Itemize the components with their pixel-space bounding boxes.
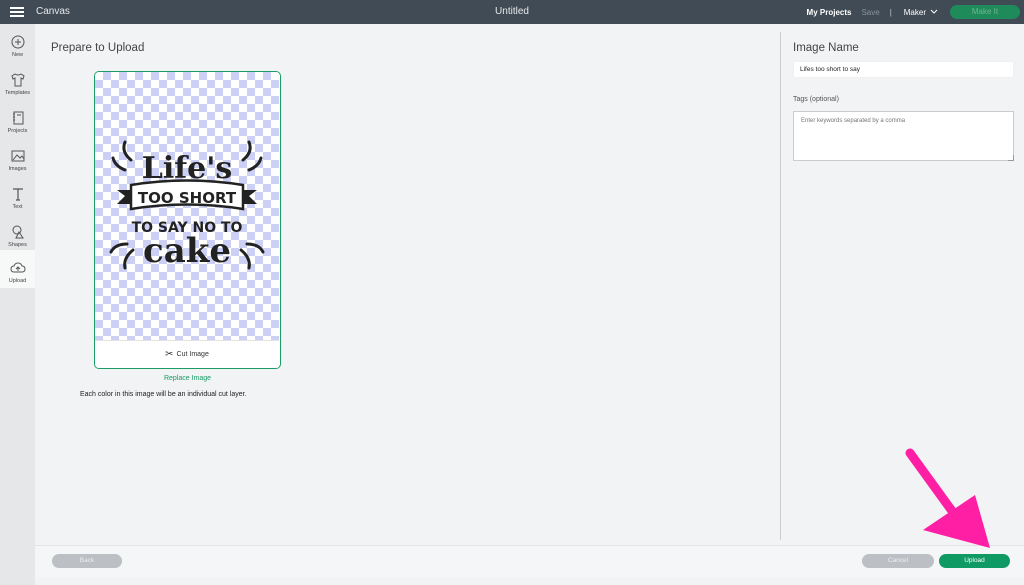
image-name-input[interactable]	[793, 61, 1014, 78]
cut-layer-info: Each color in this image will be an indi…	[80, 391, 247, 398]
save-button[interactable]: Save	[861, 8, 879, 17]
preview-text-line4: cake	[143, 231, 231, 271]
cut-image-label: Cut Image	[176, 351, 209, 358]
text-icon	[12, 188, 23, 201]
sidebar-item-projects[interactable]: Projects	[0, 106, 35, 144]
transparency-checkerboard: Life's TOO SHORT TO SAY NO TO cake	[95, 72, 279, 340]
sidebar-item-label: Templates	[4, 90, 31, 96]
image-name-label: Image Name	[793, 42, 859, 54]
preview-text-line2: TOO SHORT	[138, 189, 237, 207]
app-name: Canvas	[36, 6, 70, 17]
my-projects-link[interactable]: My Projects	[807, 8, 852, 17]
hamburger-menu-icon[interactable]	[10, 7, 24, 17]
image-preview-card: Life's TOO SHORT TO SAY NO TO cake ✂ Cut…	[94, 71, 281, 369]
document-title[interactable]: Untitled	[495, 6, 529, 17]
sidebar-item-new[interactable]: New	[0, 30, 35, 68]
separator: |	[889, 7, 892, 17]
sidebar-item-label: Shapes	[8, 242, 27, 248]
chevron-down-icon[interactable]	[930, 8, 938, 17]
cancel-button[interactable]: Cancel	[862, 554, 934, 568]
resize-handle-icon[interactable]	[1008, 155, 1014, 161]
sidebar-item-images[interactable]: Images	[0, 144, 35, 182]
sidebar-item-label: New	[11, 52, 23, 58]
sidebar-item-label: Projects	[7, 128, 28, 134]
top-right-controls: My Projects Save | Maker Make It	[807, 0, 1024, 24]
notebook-icon	[12, 111, 23, 125]
sidebar-item-upload[interactable]: Upload	[0, 250, 35, 288]
page-title: Prepare to Upload	[51, 42, 145, 54]
tags-label: Tags (optional)	[793, 96, 839, 103]
panel-divider	[780, 32, 781, 540]
make-it-button[interactable]: Make It	[950, 5, 1020, 19]
plus-circle-icon	[11, 35, 24, 49]
back-button[interactable]: Back	[52, 554, 122, 568]
image-icon	[11, 150, 24, 162]
tags-input[interactable]	[793, 111, 1014, 161]
uploaded-image-preview: Life's TOO SHORT TO SAY NO TO cake	[109, 140, 265, 271]
cloud-upload-icon	[9, 262, 26, 273]
sidebar-item-label: Images	[8, 166, 27, 172]
sidebar-item-label: Text	[12, 204, 23, 210]
machine-selector[interactable]: Maker	[904, 8, 926, 17]
sidebar-item-label: Upload	[8, 278, 27, 284]
tshirt-icon	[10, 73, 25, 87]
scissors-icon: ✂	[165, 349, 174, 360]
shapes-icon	[12, 225, 24, 239]
cut-image-option[interactable]: ✂ Cut Image	[95, 340, 279, 368]
left-toolbar: New Templates Projects Images Text Shape…	[0, 24, 35, 585]
sidebar-item-text[interactable]: Text	[0, 182, 35, 220]
replace-image-link[interactable]: Replace Image	[94, 375, 281, 382]
upload-button[interactable]: Upload	[939, 554, 1010, 568]
top-bar: Canvas Untitled My Projects Save | Maker…	[0, 0, 1024, 24]
sidebar-item-templates[interactable]: Templates	[0, 68, 35, 106]
